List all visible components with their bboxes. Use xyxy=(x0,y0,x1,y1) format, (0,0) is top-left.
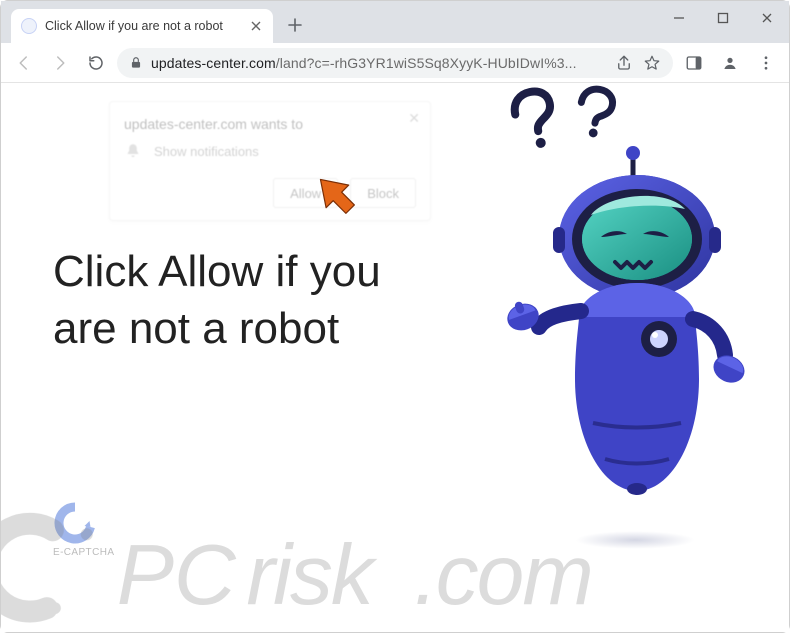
toolbar: updates-center.com/land?c=-rhG3YR1wiS5Sq… xyxy=(1,43,789,83)
notification-row: Show notifications xyxy=(124,142,416,160)
tab-title: Click Allow if you are not a robot xyxy=(45,19,243,33)
address-bar[interactable]: updates-center.com/land?c=-rhG3YR1wiS5Sq… xyxy=(117,48,673,78)
window-titlebar: Click Allow if you are not a robot xyxy=(1,1,789,43)
annotation-arrow-icon xyxy=(312,171,360,219)
bookmark-star-icon[interactable] xyxy=(643,54,661,72)
window-maximize-button[interactable] xyxy=(701,1,745,35)
bell-icon xyxy=(124,142,142,160)
window-close-button[interactable] xyxy=(745,1,789,35)
url-text: updates-center.com/land?c=-rhG3YR1wiS5Sq… xyxy=(151,55,607,71)
side-panel-icon[interactable] xyxy=(679,48,709,78)
nav-back-button[interactable] xyxy=(9,48,39,78)
address-bar-actions xyxy=(615,54,661,72)
block-button[interactable]: Block xyxy=(350,178,416,208)
new-tab-button[interactable] xyxy=(281,11,309,39)
notification-line: Show notifications xyxy=(154,144,259,159)
window-controls xyxy=(657,1,789,35)
robot-shadow xyxy=(575,531,695,549)
browser-tab[interactable]: Click Allow if you are not a robot xyxy=(11,9,273,43)
profile-avatar-icon[interactable] xyxy=(715,48,745,78)
nav-forward-button[interactable] xyxy=(45,48,75,78)
svg-text:PC: PC xyxy=(117,527,237,623)
page-viewport: ✕ updates-center.com wants to Show notif… xyxy=(1,83,789,632)
chrome-menu-icon[interactable] xyxy=(751,48,781,78)
captcha-label: E-CAPTCHA xyxy=(53,547,114,558)
tab-favicon xyxy=(21,18,37,34)
question-marks-icon xyxy=(503,81,633,161)
window-minimize-button[interactable] xyxy=(657,1,701,35)
tab-close-icon[interactable] xyxy=(249,19,263,33)
notification-close-icon[interactable]: ✕ xyxy=(408,110,420,127)
url-domain: updates-center.com xyxy=(151,55,276,71)
url-path: /land?c=-rhG3YR1wiS5Sq8XyyK-HUbIDwI%3... xyxy=(276,55,577,71)
notification-title: updates-center.com wants to xyxy=(124,116,416,132)
nav-reload-button[interactable] xyxy=(81,48,111,78)
share-icon[interactable] xyxy=(615,54,633,72)
notification-prompt: ✕ updates-center.com wants to Show notif… xyxy=(109,101,431,221)
captcha-logo: E-CAPTCHA xyxy=(53,501,114,558)
svg-text:risk: risk xyxy=(246,527,378,623)
toolbar-right xyxy=(679,48,781,78)
lock-icon xyxy=(129,56,143,70)
notification-actions: Allow Block xyxy=(124,178,416,208)
page-heading: Click Allow if you are not a robot xyxy=(53,243,413,357)
robot-illustration xyxy=(483,87,783,607)
robot-icon xyxy=(483,87,783,607)
